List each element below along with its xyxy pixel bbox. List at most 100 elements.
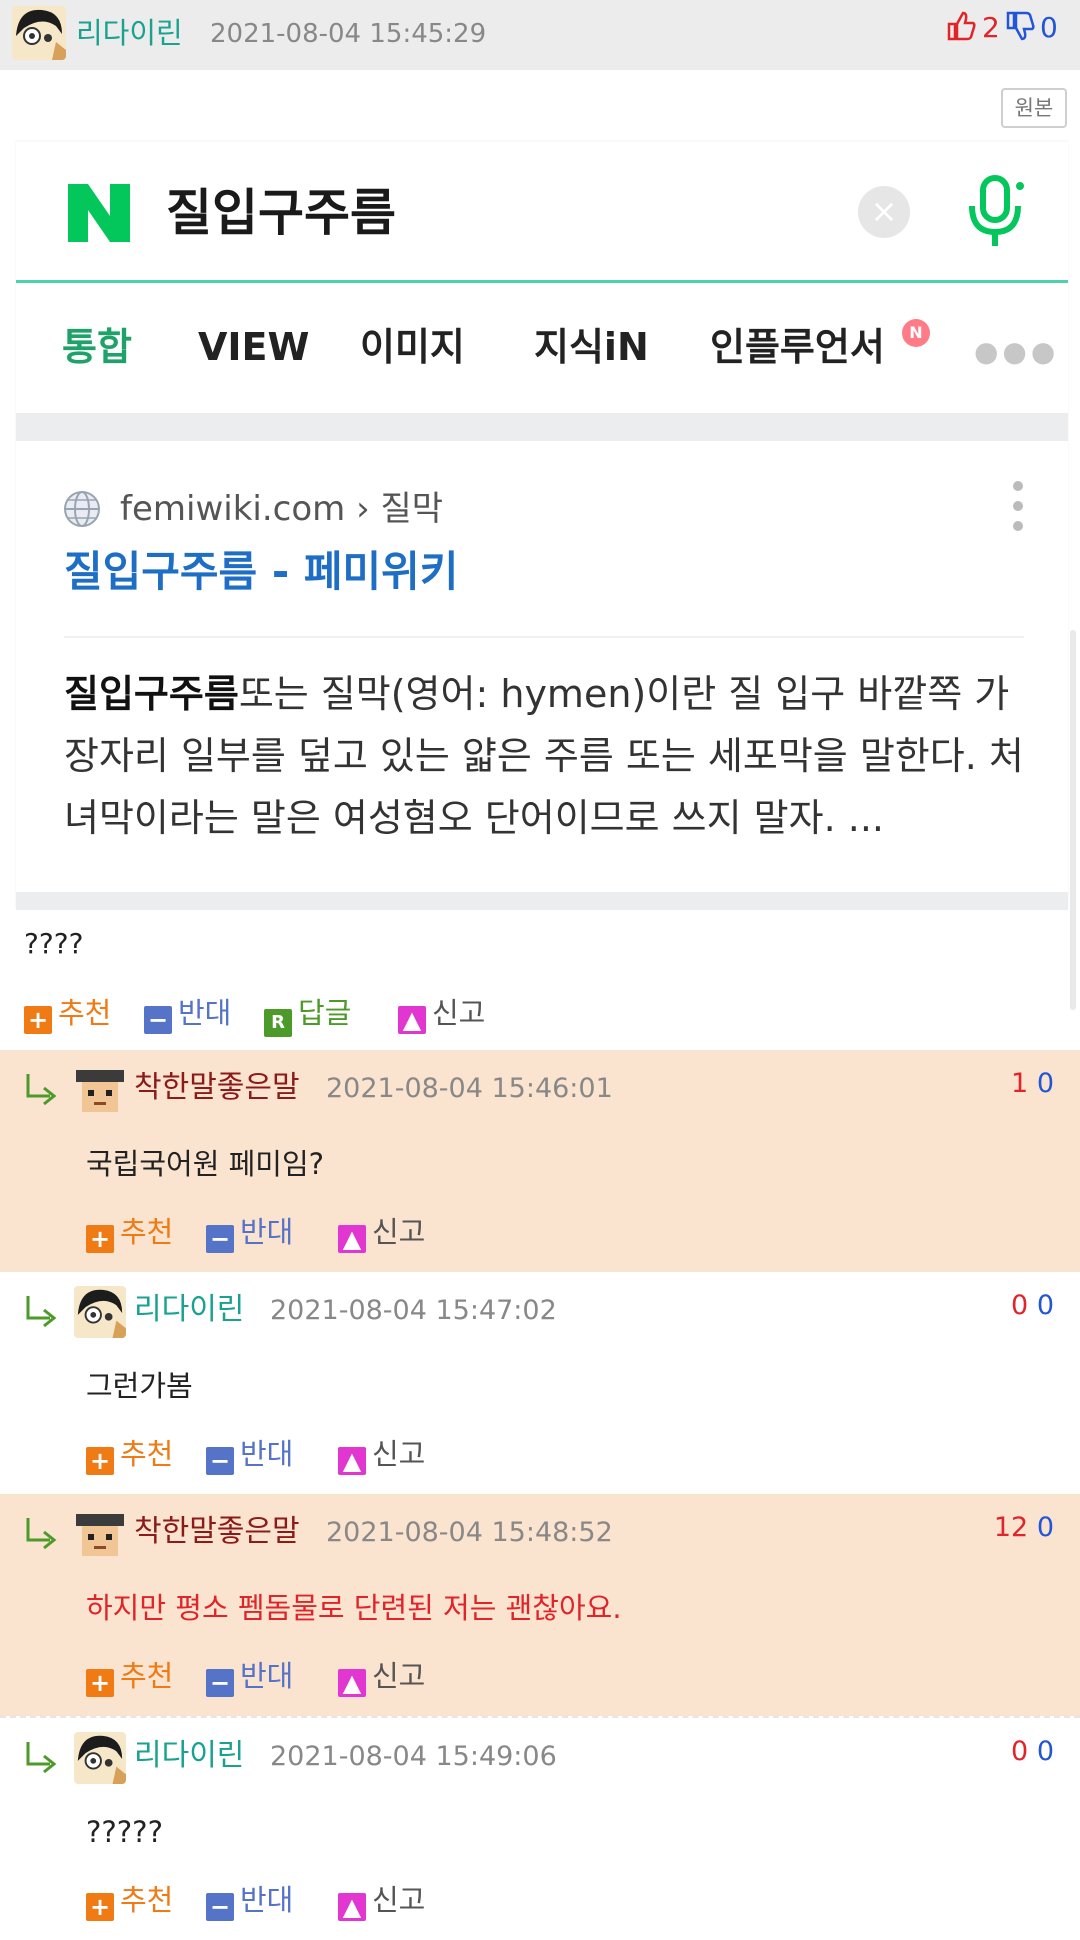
oppose-label: 반대 (178, 996, 232, 1030)
reply-arrow-icon (26, 1296, 57, 1328)
result-separator (64, 636, 1024, 638)
comment-actions: + 추천 − 반대 ▲ 신고 (86, 1432, 686, 1476)
reply-icon: R (264, 1009, 292, 1037)
oppose-label: 반대 (240, 1215, 294, 1249)
comment-votes: 0 0 (1011, 1282, 1054, 1330)
siren-icon: ▲ (338, 1225, 366, 1253)
plus-icon: + (86, 1225, 114, 1253)
minus-icon: − (206, 1225, 234, 1253)
oppose-label: 반대 (240, 1883, 294, 1917)
comment-date: 2021-08-04 15:48:52 (326, 1517, 613, 1548)
oppose-button[interactable]: − 반대 (206, 1654, 293, 1698)
report-button[interactable]: ▲ 신고 (338, 1210, 425, 1254)
comment-2: 리다이린 2021-08-04 15:47:02 0 0 그런가봄 + 추천 − 반… (0, 1272, 1080, 1494)
bottom-divider (16, 892, 1068, 910)
comment-up-count: 0 (1011, 1290, 1029, 1321)
result-title: 질입구주름 - 페미위키 (64, 547, 459, 596)
report-button[interactable]: ▲ 신고 (338, 1878, 425, 1922)
commenter-avatar[interactable] (74, 1508, 126, 1560)
oppose-button[interactable]: − 반대 (206, 1432, 293, 1476)
reply-arrow-icon (26, 1742, 57, 1774)
up-count: 2 (982, 11, 1000, 44)
tab-influencer: 인플루언서 (710, 325, 885, 369)
comment-text: ????? (86, 1815, 163, 1849)
search-bar: 질입구주름 × (16, 142, 1068, 280)
oppose-label: 반대 (240, 1437, 294, 1471)
result-snippet: 질입구주름또는 질막(영어: hymen)이란 질 입구 바깥쪽 가장자리 일부… (64, 663, 1044, 849)
oppose-button[interactable]: − 반대 (206, 1878, 293, 1922)
tab-all: 통합 (62, 325, 132, 369)
plus-icon: + (24, 1006, 52, 1034)
commenter-name[interactable]: 리다이린 (134, 1732, 244, 1780)
recommend-label: 추천 (120, 1883, 174, 1917)
commenter-avatar[interactable] (74, 1286, 126, 1338)
commenter-name[interactable]: 리다이린 (134, 1286, 244, 1334)
recommend-button[interactable]: + 추천 (86, 1654, 173, 1698)
commenter-name[interactable]: 착한말좋은말 (134, 1508, 300, 1556)
comment-down-count: 0 (1036, 1512, 1054, 1543)
report-label: 신고 (372, 1215, 426, 1249)
comment-up-count: 12 (993, 1512, 1029, 1543)
embedded-search-image: 질입구주름 × 통합 VIEW 이미지 지식iN 인플루언서 N ●●● fem… (16, 142, 1068, 910)
thumbs-up-icon[interactable] (945, 10, 977, 42)
siren-icon: ▲ (338, 1669, 366, 1697)
siren-icon: ▲ (338, 1447, 366, 1475)
post-actions: + 추천 − 반대 R 답글 ▲ 신고 (24, 991, 1024, 1037)
report-label: 신고 (372, 1883, 426, 1917)
kebab-menu-icon (1008, 481, 1028, 541)
search-tabs: 통합 VIEW 이미지 지식iN 인플루언서 N ●●● (16, 283, 1068, 413)
reply-button[interactable]: R 답글 (264, 991, 351, 1037)
report-button[interactable]: ▲ 신고 (398, 991, 485, 1035)
commenter-avatar[interactable] (74, 1064, 126, 1116)
original-image-button[interactable]: 원본 (1001, 88, 1067, 128)
thumbs-down-icon[interactable] (1004, 10, 1036, 42)
recommend-label: 추천 (120, 1215, 174, 1249)
commenter-avatar[interactable] (74, 1732, 126, 1784)
comment-text: 그런가봄 (86, 1369, 193, 1403)
author-avatar[interactable] (12, 6, 66, 60)
post-date: 2021-08-04 15:45:29 (210, 19, 487, 49)
reply-arrow-icon (26, 1518, 57, 1550)
divider (16, 413, 1068, 441)
minus-icon: − (206, 1893, 234, 1921)
clear-icon: × (858, 186, 910, 238)
comment-votes: 12 0 (994, 1504, 1054, 1552)
commenter-name[interactable]: 착한말좋은말 (134, 1064, 300, 1112)
snippet-highlight: 질입구주름 (64, 672, 239, 716)
tab-view: VIEW (198, 325, 310, 369)
recommend-button[interactable]: + 추천 (86, 1878, 173, 1922)
comment-down-count: 0 (1036, 1068, 1054, 1099)
plus-icon: + (86, 1893, 114, 1921)
scrollbar[interactable] (1070, 630, 1076, 1010)
comment-actions: + 추천 − 반대 ▲ 신고 (86, 1210, 686, 1254)
oppose-button[interactable]: − 반대 (144, 991, 231, 1035)
oppose-button[interactable]: − 반대 (206, 1210, 293, 1254)
search-result: femiwiki.com › 질막 질입구주름 - 페미위키 질입구주름또는 질… (16, 441, 1068, 891)
new-badge: N (902, 319, 930, 347)
comment-date: 2021-08-04 15:46:01 (326, 1073, 613, 1104)
report-label: 신고 (432, 996, 486, 1030)
author-name[interactable]: 리다이린 (76, 8, 183, 58)
report-button[interactable]: ▲ 신고 (338, 1432, 425, 1476)
comment-text: 국립국어원 페미임? (86, 1147, 325, 1181)
comment-1: 착한말좋은말 2021-08-04 15:46:01 1 0 국립국어원 페미임… (0, 1050, 1080, 1272)
siren-icon: ▲ (338, 1893, 366, 1921)
reply-label: 답글 (298, 996, 352, 1030)
report-label: 신고 (372, 1437, 426, 1471)
recommend-button[interactable]: + 추천 (86, 1210, 173, 1254)
plus-icon: + (86, 1669, 114, 1697)
post-header: 리다이린 2021-08-04 15:45:29 2 0 (0, 0, 1080, 70)
tab-images: 이미지 (360, 325, 465, 369)
comment-actions: + 추천 − 반대 ▲ 신고 (86, 1654, 686, 1698)
comment-date: 2021-08-04 15:47:02 (270, 1295, 557, 1326)
oppose-label: 반대 (240, 1659, 294, 1693)
recommend-label: 추천 (58, 996, 112, 1030)
microphone-icon (960, 172, 1030, 252)
recommend-button[interactable]: + 추천 (24, 991, 111, 1035)
recommend-button[interactable]: + 추천 (86, 1432, 173, 1476)
comment-votes: 1 0 (1011, 1060, 1054, 1108)
comment-actions: + 추천 − 반대 ▲ 신고 (86, 1878, 686, 1922)
report-button[interactable]: ▲ 신고 (338, 1654, 425, 1698)
result-breadcrumb: › 질막 (356, 489, 444, 529)
minus-icon: − (144, 1006, 172, 1034)
